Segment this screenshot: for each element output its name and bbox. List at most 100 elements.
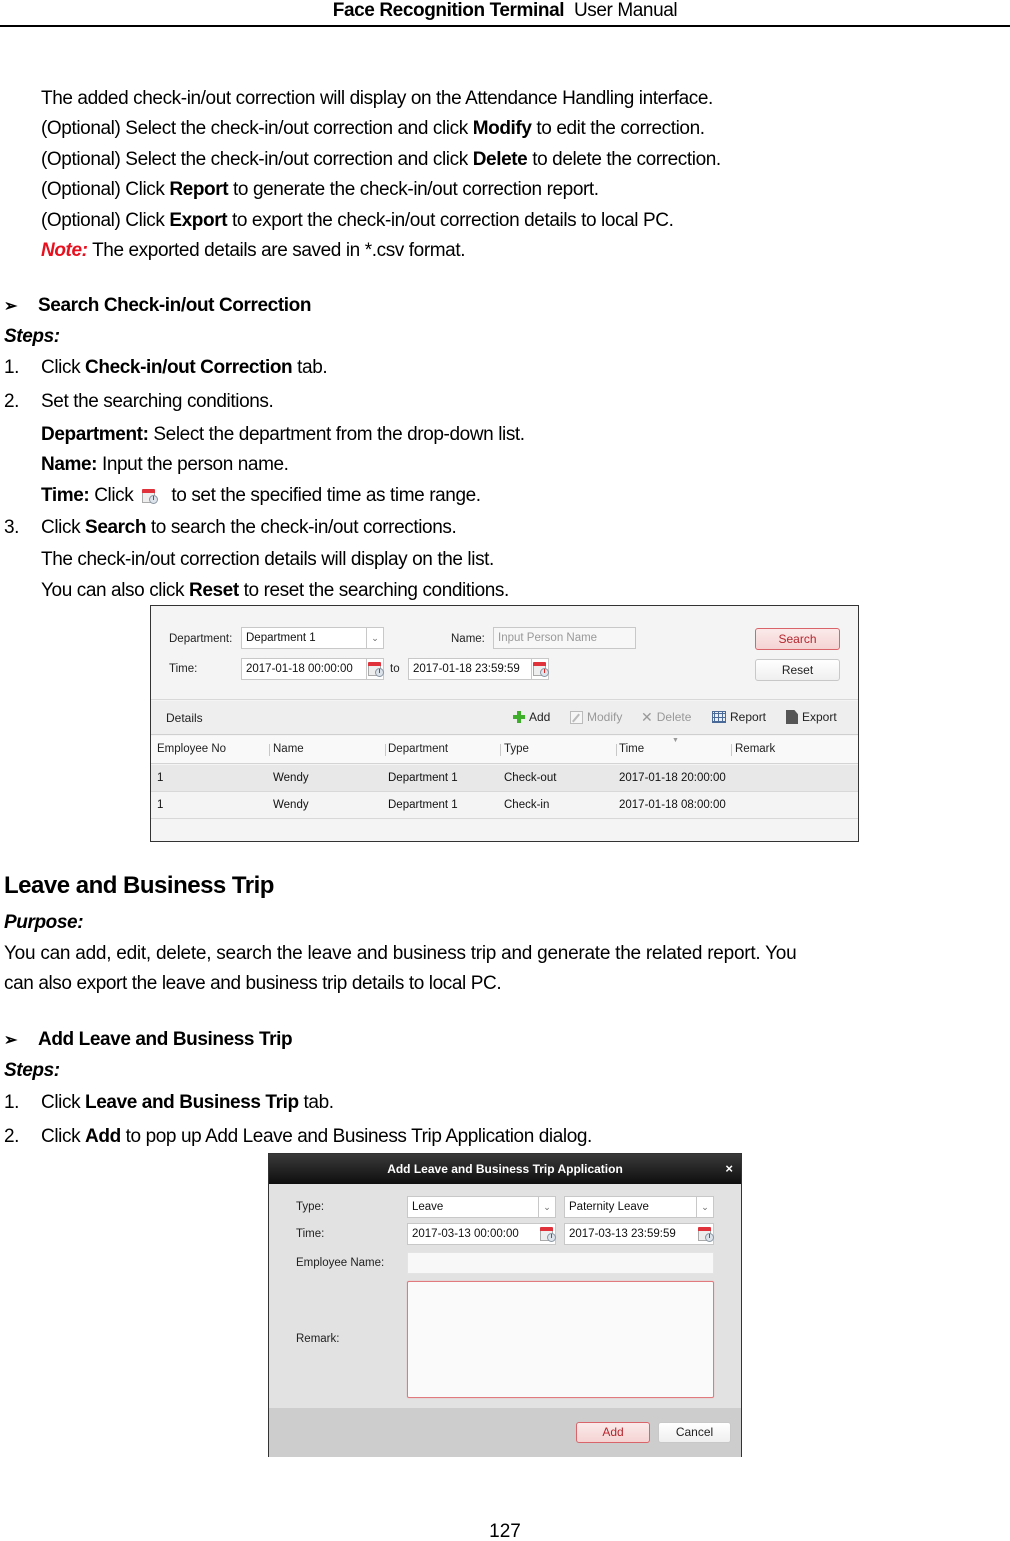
page-number: 127	[489, 1521, 521, 1541]
column-header[interactable]: Employee No	[157, 743, 226, 755]
intro-text: The added check-in/out correction will d…	[41, 88, 713, 109]
arrow-bullet-icon: ➢	[4, 1032, 18, 1049]
calendar-icon[interactable]	[366, 659, 384, 679]
cell-employee-no: 1	[157, 799, 164, 811]
time-to-value: 2017-01-18 23:59:59	[413, 663, 520, 675]
step-text: Click	[41, 1092, 86, 1113]
time-to-label: to	[390, 663, 400, 675]
cell-name: Wendy	[273, 799, 309, 811]
calendar-icon[interactable]	[538, 1224, 556, 1244]
intro-text: (Optional) Select the check-in/out corre…	[41, 118, 473, 139]
remark-label: Remark:	[296, 1333, 340, 1345]
step-1: 1. Click Check-in/out Correction tab.	[4, 356, 328, 380]
cell-employee-no: 1	[157, 772, 164, 784]
sort-indicator-icon: ▼	[672, 737, 679, 744]
chevron-down-icon[interactable]: ⌄	[538, 1197, 555, 1217]
condition-label: Department:	[41, 424, 149, 445]
step-text: Set the searching conditions.	[41, 391, 274, 412]
step-text: to reset the searching conditions.	[238, 580, 510, 601]
time-from-input[interactable]: 2017-03-13 00:00:00	[407, 1223, 556, 1245]
department-select[interactable]: Department 1 ⌄	[241, 627, 384, 649]
intro-bold: Modify	[472, 118, 532, 139]
chevron-down-icon[interactable]: ⌄	[696, 1197, 713, 1217]
header-title: Face Recognition Terminal	[332, 0, 565, 21]
purpose-label: Purpose:	[4, 912, 84, 933]
calendar-icon[interactable]	[531, 659, 549, 679]
column-header[interactable]: Time	[619, 743, 644, 755]
check-in-out-correction-screenshot: Department: Department 1 ⌄ Name: Input P…	[150, 605, 859, 842]
cell-type: Check-in	[504, 799, 550, 811]
time-from-value: 2017-01-18 00:00:00	[246, 663, 353, 675]
step-number: 2.	[4, 391, 20, 412]
time-label: Time:	[296, 1228, 325, 1240]
steps-label: Steps:	[4, 1060, 60, 1081]
intro-line: (Optional) Click Export to export the ch…	[41, 209, 674, 233]
column-header[interactable]: Remark	[735, 743, 775, 755]
intro-text: (Optional) Select the check-in/out corre…	[41, 149, 473, 170]
step-3: 3. Click Search to search the check-in/ou…	[4, 516, 457, 540]
dialog-title: Add Leave and Business Trip Application	[269, 1154, 741, 1184]
column-header[interactable]: Name	[273, 743, 304, 755]
modify-button[interactable]: Modify	[570, 710, 622, 724]
cell-department: Department 1	[388, 799, 458, 811]
column-divider[interactable]	[616, 744, 617, 756]
intro-bold: Report	[169, 179, 229, 200]
cell-type: Check-out	[504, 772, 557, 784]
header-rule	[0, 25, 1010, 27]
search-button[interactable]: Search	[755, 628, 840, 650]
column-header[interactable]: Department	[388, 743, 448, 755]
step-bold: Reset	[189, 580, 239, 601]
condition-label: Time:	[41, 485, 90, 506]
employee-name-label: Employee Name:	[296, 1257, 385, 1269]
column-header[interactable]: Type	[504, 743, 529, 755]
step-text: to pop up Add Leave and Business Trip Ap…	[120, 1126, 593, 1147]
employee-name-input[interactable]	[407, 1252, 714, 1274]
delete-button[interactable]: ✕ Delete	[641, 710, 691, 724]
export-button[interactable]: Export	[786, 710, 837, 724]
cell-time: 2017-01-18 08:00:00	[619, 799, 726, 811]
add-button[interactable]: Add	[576, 1422, 650, 1443]
name-input[interactable]: Input Person Name	[493, 627, 636, 649]
close-icon: ✕	[641, 709, 653, 725]
purpose-text: You can add, edit, delete, search the le…	[4, 943, 797, 964]
subtype-value: Paternity Leave	[569, 1201, 649, 1213]
page-header: Face Recognition Terminal User Manual	[0, 0, 1010, 28]
reset-button[interactable]: Reset	[755, 659, 840, 681]
intro-bold: Export	[169, 210, 228, 231]
column-divider[interactable]	[500, 744, 501, 756]
intro-text: (Optional) Click	[41, 179, 170, 200]
time-to-input[interactable]: 2017-03-13 23:59:59	[564, 1223, 714, 1245]
report-button[interactable]: Report	[712, 710, 766, 724]
column-divider[interactable]	[385, 744, 386, 756]
step-number: 3.	[4, 517, 20, 538]
header-subtitle: User Manual	[573, 0, 678, 21]
step-number: 2.	[4, 1126, 20, 1147]
step-3-reset: You can also click Reset to reset the se…	[41, 579, 509, 603]
column-divider[interactable]	[269, 744, 270, 756]
column-divider[interactable]	[731, 744, 732, 756]
subtype-select[interactable]: Paternity Leave ⌄	[564, 1196, 714, 1218]
time-from-input[interactable]: 2017-01-18 00:00:00	[241, 658, 384, 680]
step-text: to search the check-in/out corrections.	[146, 517, 457, 538]
add-button[interactable]: Add	[513, 710, 550, 724]
section-heading-add-leave: ➢ Add Leave and Business Trip	[4, 1028, 293, 1053]
intro-line: (Optional) Click Report to generate the …	[41, 178, 599, 202]
type-select[interactable]: Leave ⌄	[407, 1196, 556, 1218]
time-label: Time:	[169, 663, 198, 675]
close-icon[interactable]: ×	[725, 1154, 733, 1184]
calendar-icon[interactable]	[696, 1224, 714, 1244]
condition-text: Select the department from the drop-down…	[148, 424, 525, 445]
remark-textarea[interactable]	[407, 1281, 714, 1398]
intro-line: (Optional) Select the check-in/out corre…	[41, 117, 705, 141]
intro-text: to edit the correction.	[531, 118, 705, 139]
step-1: 1. Click Leave and Business Trip tab.	[4, 1091, 334, 1115]
step-bold: Add	[85, 1126, 121, 1147]
calendar-icon	[141, 487, 161, 507]
cancel-button[interactable]: Cancel	[658, 1422, 731, 1443]
step-bold: Search	[85, 517, 147, 538]
condition-text: Input the person name.	[97, 454, 289, 475]
chevron-down-icon[interactable]: ⌄	[366, 628, 383, 648]
intro-text: to delete the correction.	[527, 149, 721, 170]
heading-text: Search Check-in/out Correction	[38, 295, 312, 316]
time-to-input[interactable]: 2017-01-18 23:59:59	[408, 658, 549, 680]
